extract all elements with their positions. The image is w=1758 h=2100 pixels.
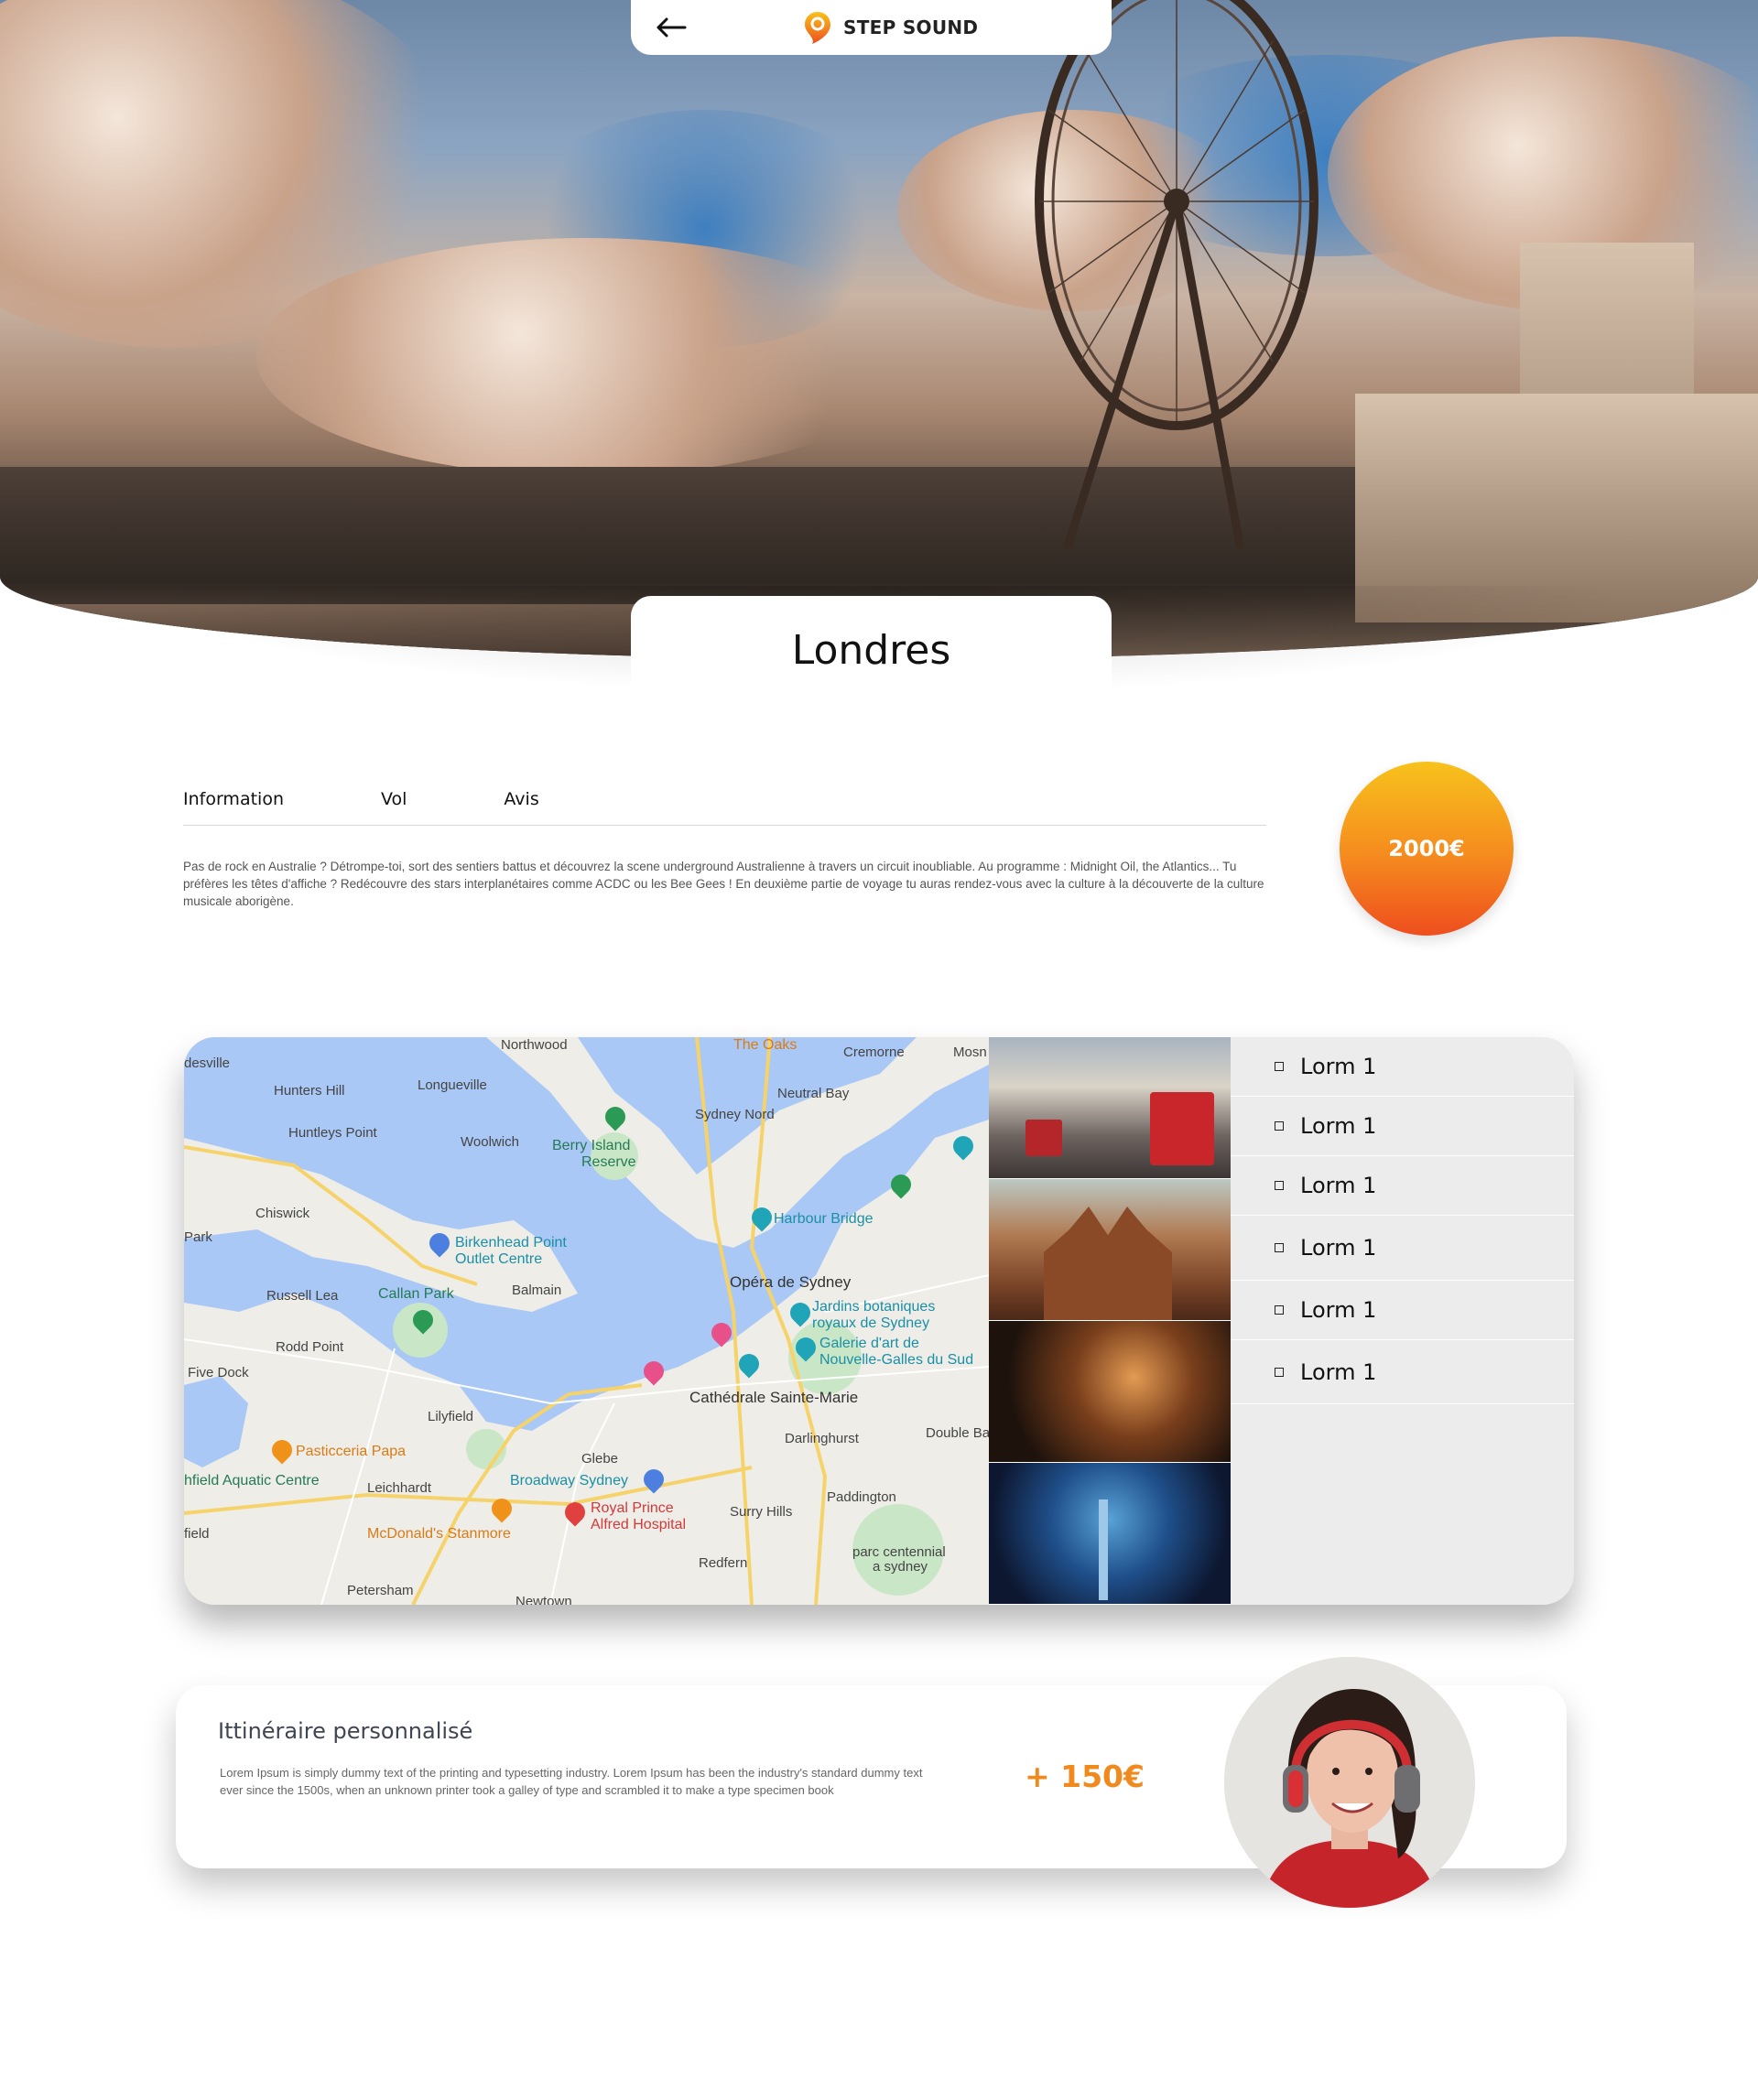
- map-label: Reserve: [581, 1154, 636, 1170]
- map-label: Chiswick: [255, 1206, 310, 1221]
- photo-gallery: [989, 1037, 1231, 1605]
- map-label: Woolwich: [461, 1134, 519, 1150]
- map-label: Mosn: [953, 1045, 987, 1060]
- map-label: Cremorne: [843, 1045, 905, 1060]
- map-label: Cathédrale Sainte-Marie: [689, 1389, 859, 1406]
- list-item-label: Lorm 1: [1300, 1054, 1377, 1079]
- list-item[interactable]: Lorm 1: [1231, 1216, 1574, 1281]
- arrow-left-icon: [657, 17, 687, 38]
- bullet-icon: [1275, 1121, 1284, 1131]
- tab-bar: Information Vol Avis: [183, 789, 1266, 826]
- itinerary-description: Lorem Ipsum is simply dummy text of the …: [220, 1766, 923, 1797]
- map-gallery-card: Northwood The Oaks Cremorne Mosn desvill…: [184, 1037, 1574, 1605]
- itinerary-title: Ittinéraire personnalisé: [218, 1718, 473, 1744]
- map-label: Galerie d'art de: [819, 1336, 919, 1351]
- map-label: McDonald's Stanmore: [367, 1526, 511, 1542]
- tab-vol[interactable]: Vol: [381, 789, 407, 825]
- map-label: Huntleys Point: [288, 1125, 377, 1141]
- hero-image: [0, 0, 1758, 659]
- list-item-label: Lorm 1: [1300, 1173, 1377, 1198]
- map-label: field: [184, 1526, 210, 1542]
- ferris-wheel-illustration: [1035, 0, 1318, 549]
- top-navigation-bar: STEP SOUND: [631, 0, 1112, 55]
- map-label: Leichhardt: [367, 1480, 432, 1496]
- feature-list: Lorm 1 Lorm 1 Lorm 1 Lorm 1 Lorm 1 Lorm …: [1231, 1037, 1574, 1605]
- brand[interactable]: STEP SOUND: [803, 10, 978, 45]
- map-label: Harbour Bridge: [774, 1211, 874, 1227]
- map-label: Glebe: [581, 1451, 619, 1467]
- map-label: Petersham: [347, 1583, 414, 1598]
- list-item-label: Lorm 1: [1300, 1359, 1377, 1385]
- map-label: Surry Hills: [730, 1504, 793, 1520]
- location-pin-logo-icon: [805, 12, 830, 44]
- map-label: Newtown: [515, 1594, 572, 1605]
- map-label: Redfern: [699, 1555, 748, 1571]
- map-label: Longueville: [418, 1077, 487, 1093]
- map-label: Five Dock: [188, 1365, 249, 1380]
- gallery-photo-guitarist[interactable]: [989, 1321, 1231, 1463]
- map-label: Outlet Centre: [455, 1251, 543, 1267]
- list-item[interactable]: Lorm 1: [1231, 1340, 1574, 1404]
- map-label: Birkenhead Point: [455, 1235, 567, 1250]
- map-label: a sydney: [873, 1559, 928, 1575]
- bullet-icon: [1275, 1243, 1284, 1252]
- map-label: Alfred Hospital: [591, 1517, 687, 1532]
- map-label: Neutral Bay: [777, 1086, 850, 1101]
- price-value: 2000€: [1388, 836, 1465, 861]
- map-label: Nouvelle-Galles du Sud: [819, 1352, 974, 1368]
- map-label: Northwood: [501, 1037, 568, 1053]
- list-item[interactable]: Lorm 1: [1231, 1281, 1574, 1340]
- map-label: Jardins botaniques: [812, 1299, 936, 1315]
- map-label: The Oaks: [733, 1037, 798, 1053]
- map-label: desville: [184, 1055, 231, 1071]
- destination-description: Pas de rock en Australie ? Détrompe-toi,…: [183, 860, 1264, 908]
- price-badge[interactable]: 2000€: [1340, 762, 1514, 936]
- map-label: Paddington: [827, 1489, 896, 1505]
- map-label: Russell Lea: [266, 1288, 339, 1304]
- map-label: parc centennial: [852, 1544, 946, 1560]
- map-label: Broadway Sydney: [510, 1473, 628, 1488]
- gallery-photo-architecture[interactable]: [989, 1179, 1231, 1321]
- brand-name: STEP SOUND: [843, 16, 979, 38]
- back-button[interactable]: [649, 9, 693, 46]
- gallery-photo-concert[interactable]: [989, 1463, 1231, 1605]
- gallery-photo-street[interactable]: [989, 1037, 1231, 1179]
- map-label: hfield Aquatic Centre: [184, 1473, 320, 1488]
- itinerary-price: + 150€: [1025, 1759, 1145, 1794]
- map-label: Rodd Point: [276, 1339, 344, 1355]
- map-label: royaux de Sydney: [812, 1315, 930, 1331]
- map-label: Royal Prince: [591, 1500, 674, 1516]
- map-label: Double Ba: [926, 1425, 989, 1441]
- avatar: [1224, 1657, 1475, 1908]
- tab-information[interactable]: Information: [183, 789, 284, 825]
- list-item-label: Lorm 1: [1300, 1297, 1377, 1323]
- bullet-icon: [1275, 1305, 1284, 1315]
- bullet-icon: [1275, 1062, 1284, 1071]
- list-item[interactable]: Lorm 1: [1231, 1156, 1574, 1216]
- list-item[interactable]: Lorm 1: [1231, 1037, 1574, 1097]
- list-item-label: Lorm 1: [1300, 1113, 1377, 1139]
- page-title: Londres: [791, 626, 951, 674]
- list-item[interactable]: Lorm 1: [1231, 1097, 1574, 1156]
- avatar-illustration: [1224, 1657, 1475, 1908]
- map-label: Hunters Hill: [274, 1083, 345, 1099]
- map-label: Callan Park: [378, 1286, 454, 1302]
- map-label: Balmain: [512, 1283, 562, 1298]
- bullet-icon: [1275, 1367, 1284, 1377]
- bullet-icon: [1275, 1181, 1284, 1190]
- map-label: Pasticceria Papa: [296, 1444, 407, 1459]
- map-label: Berry Island: [552, 1138, 631, 1153]
- map-label: Park: [184, 1229, 212, 1245]
- map-label: Darlinghurst: [785, 1431, 859, 1446]
- map-label: Opéra de Sydney: [730, 1273, 852, 1291]
- map-label: Lilyfield: [428, 1409, 474, 1424]
- map-label: Sydney Nord: [695, 1107, 775, 1122]
- list-item-label: Lorm 1: [1300, 1235, 1377, 1261]
- map-view[interactable]: Northwood The Oaks Cremorne Mosn desvill…: [184, 1037, 989, 1605]
- destination-title-card: Londres: [631, 596, 1112, 704]
- tab-avis[interactable]: Avis: [504, 789, 538, 825]
